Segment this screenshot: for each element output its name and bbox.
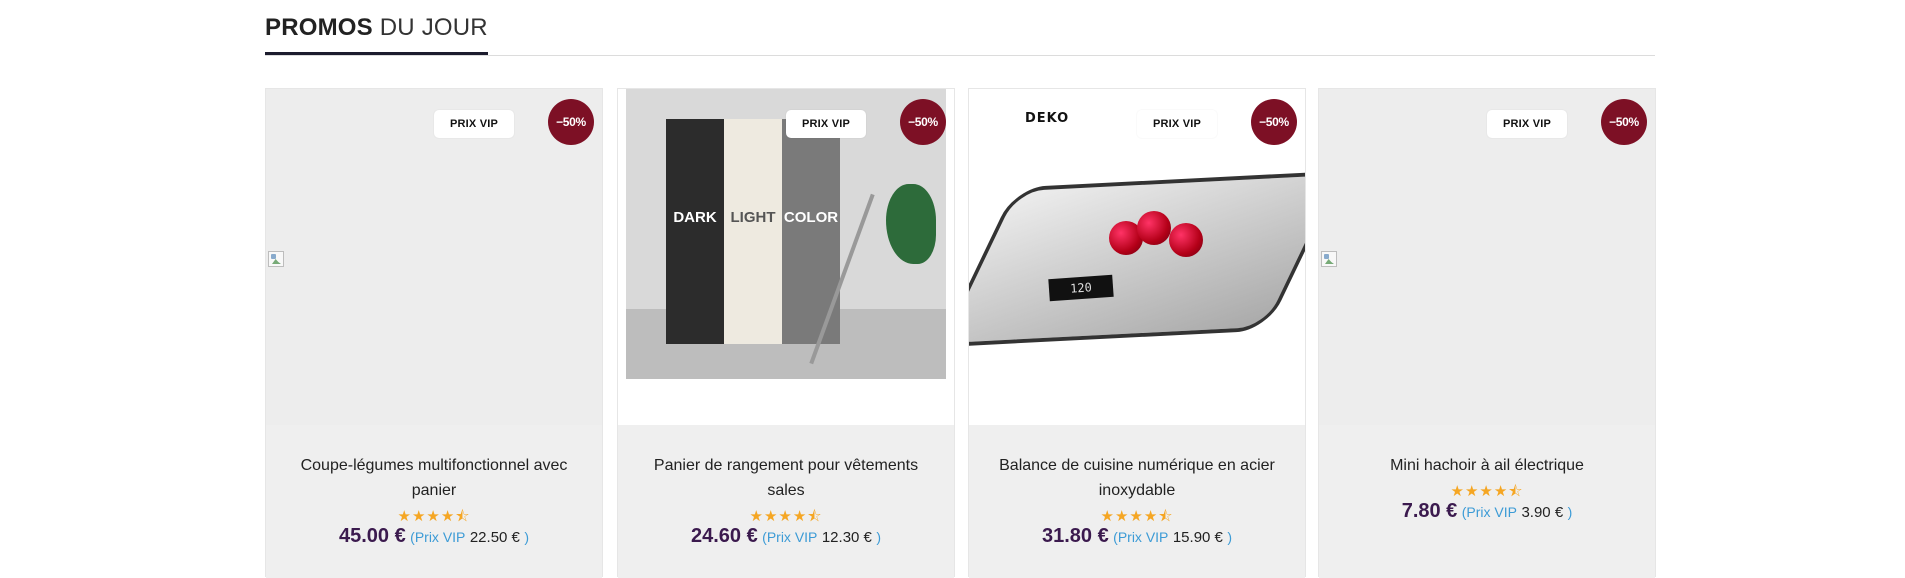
vip-price-value: 22.50 €	[469, 529, 520, 546]
vip-badge: PRIX VIP	[434, 110, 514, 138]
product-card[interactable]: PRIX VIP −50% Mini hachoir à ail électri…	[1318, 88, 1656, 578]
broken-image-icon	[1321, 251, 1337, 267]
vip-price-value: 12.30 €	[821, 529, 872, 546]
product-price: 31.80 €	[1041, 525, 1109, 547]
product-image[interactable]: DEKO 120 PRIX VIP −50%	[969, 89, 1305, 425]
bag-label-color: COLOR	[783, 209, 839, 226]
product-info: Panier de rangement pour vêtements sales…	[618, 425, 954, 578]
product-image[interactable]: DARK LIGHT COLOR PRIX VIP −50%	[618, 89, 954, 425]
vip-price-close: )	[1567, 504, 1573, 520]
price-line: 45.00 € (Prix VIP 22.50 € )	[266, 525, 602, 548]
vip-badge: PRIX VIP	[786, 110, 866, 138]
product-price: 45.00 €	[338, 525, 406, 547]
hamper-bag-dark: DARK	[666, 119, 724, 344]
vip-price-value: 15.90 €	[1172, 529, 1223, 546]
product-card[interactable]: DEKO 120 PRIX VIP −50% Balance de cuisin…	[968, 88, 1306, 578]
discount-badge: −50%	[900, 99, 946, 145]
product-image[interactable]: PRIX VIP −50%	[1319, 89, 1655, 425]
product-price: 7.80 €	[1401, 500, 1458, 522]
product-price: 24.60 €	[690, 525, 758, 547]
cherry-decor	[1169, 223, 1203, 257]
product-info: Balance de cuisine numérique en acier in…	[969, 425, 1305, 578]
price-line: 31.80 € (Prix VIP 15.90 € )	[969, 525, 1305, 548]
section-header: PROMOS DU JOUR	[265, 0, 1655, 56]
brand-logo: DEKO	[1025, 111, 1070, 126]
vip-badge: PRIX VIP	[1487, 110, 1567, 138]
vip-price-close: )	[1227, 529, 1233, 545]
hamper-bag-light: LIGHT	[724, 119, 782, 344]
vip-price-label: (Prix VIP	[1461, 504, 1517, 520]
product-card[interactable]: DARK LIGHT COLOR PRIX VIP −50% Panier de…	[617, 88, 955, 578]
scale-display: 120	[1048, 274, 1114, 302]
product-name[interactable]: Coupe-légumes multifonctionnel avec pani…	[286, 453, 582, 503]
product-image[interactable]: PRIX VIP −50%	[266, 89, 602, 425]
vip-badge: PRIX VIP	[1137, 110, 1217, 138]
bag-label-light: LIGHT	[730, 209, 776, 226]
plant-decor	[886, 184, 936, 264]
vip-price-label: (Prix VIP	[762, 529, 818, 545]
product-name[interactable]: Balance de cuisine numérique en acier in…	[989, 453, 1285, 503]
vip-price-close: )	[524, 529, 530, 545]
broken-image-icon	[268, 251, 284, 267]
vip-price-label: (Prix VIP	[1113, 529, 1169, 545]
product-card[interactable]: PRIX VIP −50% Coupe-légumes multifonctio…	[265, 88, 603, 578]
section-title-bold: PROMOS	[265, 14, 373, 41]
vip-price-close: )	[876, 529, 882, 545]
vip-price-value: 3.90 €	[1521, 504, 1564, 521]
discount-badge: −50%	[1601, 99, 1647, 145]
section-title: PROMOS DU JOUR	[265, 14, 488, 55]
discount-badge: −50%	[548, 99, 594, 145]
discount-badge: −50%	[1251, 99, 1297, 145]
product-name[interactable]: Mini hachoir à ail électrique	[1339, 453, 1635, 478]
product-name[interactable]: Panier de rangement pour vêtements sales	[638, 453, 934, 503]
kitchen-scale-photo	[969, 170, 1305, 348]
cherry-decor	[1137, 211, 1171, 245]
bag-label-dark: DARK	[673, 209, 717, 226]
product-info: Coupe-légumes multifonctionnel avec pani…	[266, 425, 602, 578]
price-line: 7.80 € (Prix VIP 3.90 € )	[1319, 500, 1655, 523]
section-title-light: DU JOUR	[379, 14, 488, 41]
product-info: Mini hachoir à ail électrique ★★★★⯪ 7.80…	[1319, 425, 1655, 578]
price-line: 24.60 € (Prix VIP 12.30 € )	[618, 525, 954, 548]
product-grid: PRIX VIP −50% Coupe-légumes multifonctio…	[265, 88, 1656, 578]
vip-price-label: (Prix VIP	[410, 529, 466, 545]
promos-section: PROMOS DU JOUR PRIX VIP −50% Coupe-légum…	[265, 0, 1656, 578]
